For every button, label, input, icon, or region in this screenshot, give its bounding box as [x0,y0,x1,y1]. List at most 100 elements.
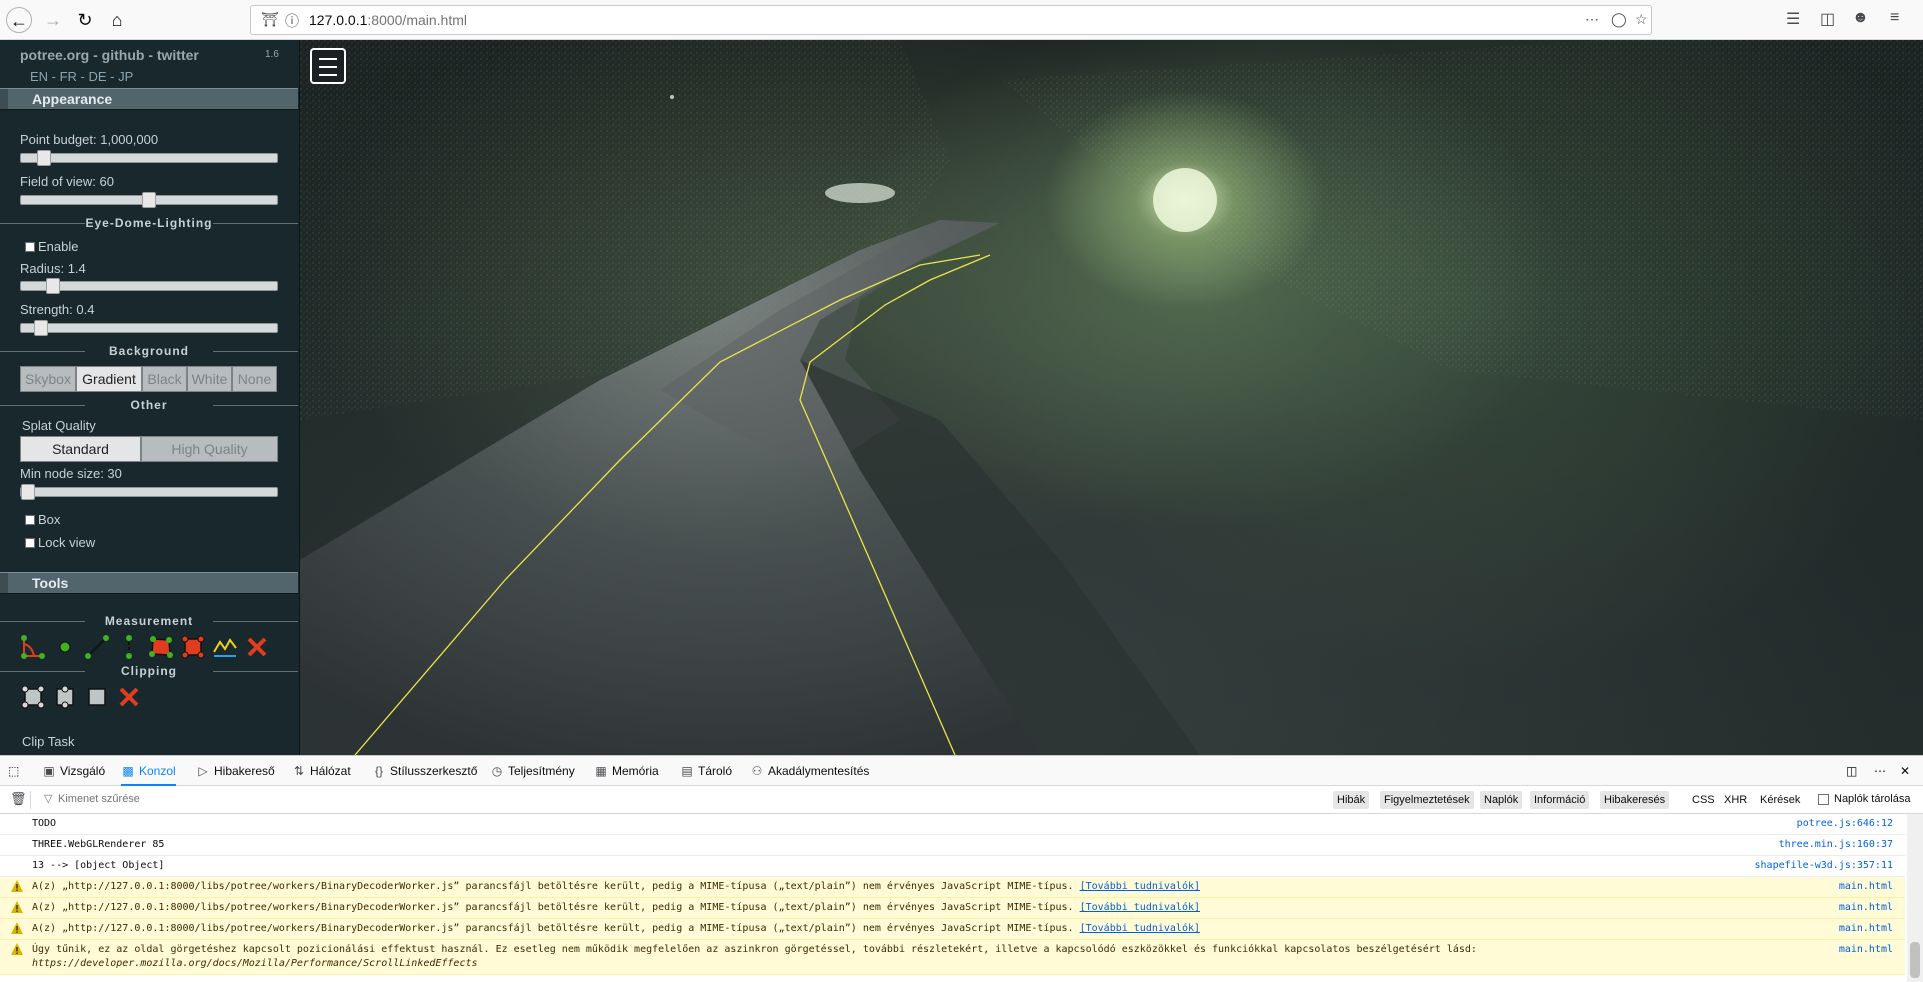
background-gradient-button[interactable]: Gradient [76,366,142,392]
memory-icon: ▦ [595,764,607,778]
message-source-link[interactable]: main.html [1839,901,1893,915]
message-source-link[interactable]: main.html [1839,922,1893,936]
point-cloud-viewport[interactable] [300,40,1923,755]
console-warning: A(z) „http://127.0.0.1:8000/libs/potree/… [0,877,1905,898]
persist-logs-checkbox[interactable] [1818,794,1829,805]
tab-accessibility[interactable]: ⚇ Akadálymentesítés [750,756,870,786]
volume-measure-icon[interactable] [180,634,206,660]
url-bar[interactable]: ⛩ ⓘ 127.0.0.1:8000/main.html ⋯ ◯ ☆ [250,5,1652,35]
menu-icon[interactable]: ≡ [1890,9,1899,27]
bookmark-star-icon[interactable]: ☆ [1635,11,1648,28]
fov-slider[interactable] [20,192,278,208]
page-actions-icon[interactable]: ⋯ [1585,11,1599,28]
element-picker-icon[interactable]: ⬚ [8,756,19,786]
back-icon[interactable]: ← [6,7,32,33]
message-source-link[interactable]: shapefile-w3d.js:357:11 [1755,859,1893,873]
box-checkbox[interactable]: Box [25,512,60,527]
radius-slider[interactable] [20,278,278,294]
project-links[interactable]: potree.org - github - twitter [20,47,199,63]
slider-thumb[interactable] [46,278,60,294]
reload-icon[interactable]: ↻ [72,7,98,33]
forward-icon[interactable]: → [40,7,66,33]
tab-network[interactable]: ⇅ Hálózat [292,756,351,786]
clipping-section-title: Clipping [0,664,298,678]
remove-measurements-icon[interactable] [244,634,270,660]
message-source-link[interactable]: three.min.js:160:37 [1779,838,1893,852]
account-icon[interactable]: ☻ [1852,9,1869,27]
background-black-button[interactable]: Black [142,366,187,392]
message-source-link[interactable]: main.html [1839,880,1893,894]
language-links[interactable]: EN - FR - DE - JP [30,69,133,84]
tab-memory[interactable]: ▦ Memória [594,756,658,786]
more-options-icon[interactable]: ⋯ [1874,756,1886,786]
background-white-button[interactable]: White [187,366,232,392]
learn-more-link[interactable]: [További tudnivalók] [1080,902,1200,913]
clip-box-icon[interactable] [84,684,110,710]
tab-inspector[interactable]: ▣ Vizsgáló [42,756,105,786]
tab-debugger[interactable]: ▷ Hibakereső [196,756,274,786]
pocket-icon[interactable]: ◯ [1611,11,1627,28]
point-budget-slider[interactable] [20,150,278,166]
library-icon[interactable]: ☰ [1786,9,1800,29]
filter-input[interactable]: Kimenet szűrése [58,793,140,805]
slider-thumb[interactable] [34,320,48,336]
learn-more-link[interactable]: [További tudnivalók] [1080,881,1200,892]
message-source-link[interactable]: potree.js:646:12 [1797,817,1893,831]
docs-link[interactable]: https://developer.mozilla.org/docs/Mozil… [32,958,478,969]
shield-icon[interactable]: ⛩ [261,11,279,28]
sidebar-icon[interactable]: ◫ [1820,9,1835,29]
filter-errors-button[interactable]: Hibák [1333,791,1370,809]
filter-icon: ▽ [44,793,53,805]
sidebar-toggle-button[interactable] [310,48,346,84]
background-skybox-button[interactable]: Skybox [20,366,76,392]
info-icon[interactable]: ⓘ [285,11,299,31]
appearance-header[interactable]: Appearance [0,88,298,110]
min-node-size-slider[interactable] [20,484,278,500]
slider-thumb[interactable] [142,192,156,208]
url-text[interactable]: 127.0.0.1:8000/main.html [309,12,467,28]
strength-slider[interactable] [20,320,278,336]
distance-measure-icon[interactable] [84,634,110,660]
warning-icon [11,880,23,892]
tab-style-editor[interactable]: {} Stílusszerkesztő [372,756,477,786]
learn-more-link[interactable]: [További tudnivalók] [1080,923,1200,934]
angle-measure-icon[interactable] [20,634,46,660]
checkbox-box[interactable] [25,242,35,252]
lock-view-checkbox[interactable]: Lock view [25,535,95,550]
height-measure-icon[interactable] [116,634,142,660]
filter-info-button[interactable]: Információ [1530,791,1590,809]
tools-header[interactable]: Tools [0,572,298,594]
console-scrollbar[interactable] [1907,814,1923,982]
filter-logs-button[interactable]: Naplók [1480,791,1523,809]
filter-warnings-button[interactable]: Figyelmeztetések [1380,791,1474,809]
tab-storage[interactable]: ▤ Tároló [680,756,732,786]
edl-enable-checkbox[interactable]: Enable [25,239,78,254]
checkbox-box[interactable] [25,515,35,525]
filter-debug-button[interactable]: Hibakeresés [1600,791,1670,809]
message-source-link[interactable]: main.html [1839,943,1893,957]
tab-console[interactable]: ▩ Konzol [121,756,176,786]
background-none-button[interactable]: None [232,366,277,392]
close-devtools-icon[interactable]: ✕ [1900,756,1910,786]
slider-thumb[interactable] [21,484,35,500]
remove-clipping-icon[interactable] [116,684,142,710]
filter-css-button[interactable]: CSS [1688,791,1719,809]
filter-xhr-button[interactable]: XHR [1720,791,1751,809]
profile-measure-icon[interactable] [212,634,238,660]
scrollbar-thumb[interactable] [1910,942,1920,978]
checkbox-box[interactable] [25,538,35,548]
clip-polygon-icon[interactable] [20,684,46,710]
point-measure-icon[interactable] [52,634,78,660]
console-output: TODO potree.js:646:12 THREE.WebGLRenderer… [0,814,1905,982]
home-icon[interactable]: ⌂ [104,7,130,33]
clip-volume-icon[interactable] [52,684,78,710]
slider-thumb[interactable] [37,150,51,166]
splat-high-quality-button[interactable]: High Quality [141,436,278,462]
filter-requests-button[interactable]: Kérések [1756,791,1804,809]
splat-standard-button[interactable]: Standard [20,436,141,462]
area-measure-icon[interactable] [148,634,174,660]
tab-performance[interactable]: ◷ Teljesítmény [490,756,575,786]
version-label: 1.6 [265,49,279,60]
dock-icon[interactable]: ◫ [1846,756,1857,786]
clear-console-icon[interactable]: 🗑 [10,791,27,807]
